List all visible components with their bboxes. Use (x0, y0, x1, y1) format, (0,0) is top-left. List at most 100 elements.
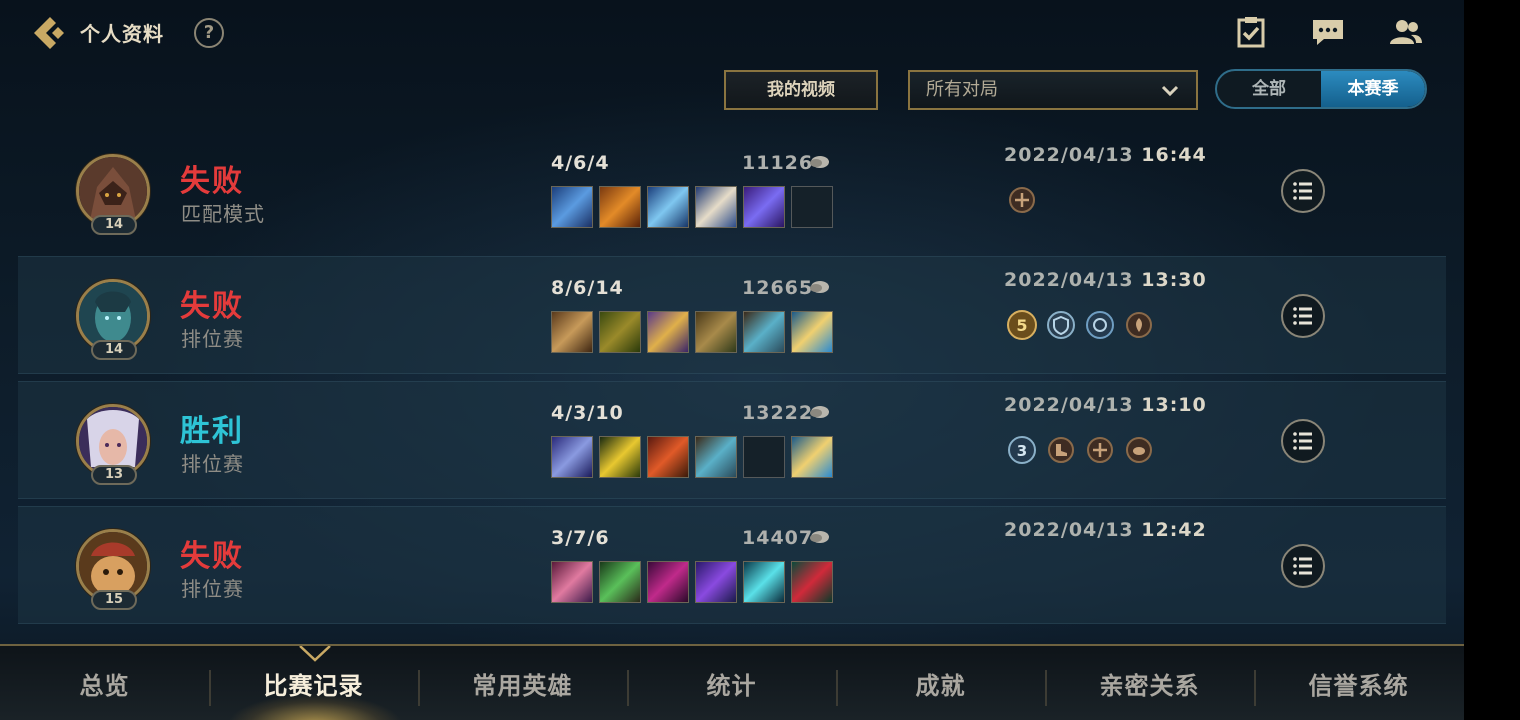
item-slot[interactable] (551, 311, 593, 353)
chat-icon[interactable] (1311, 16, 1345, 48)
item-slot[interactable] (695, 186, 737, 228)
match-row[interactable]: 15 失败 排位赛 3/7/6 14407 2022/04/13 12:42 (18, 506, 1446, 624)
match-result: 失败 (180, 289, 244, 324)
match-time: 13:30 (1141, 269, 1207, 291)
match-row[interactable]: 14 失败 排位赛 8/6/14 12665 2022/04/13 13:30 … (18, 256, 1446, 374)
help-icon[interactable]: ? (194, 18, 224, 48)
match-details-button[interactable] (1280, 168, 1326, 214)
trinket-slot[interactable] (791, 311, 833, 353)
item-slot[interactable] (551, 436, 593, 478)
tab-statistics[interactable]: 统计 (627, 646, 836, 720)
tab-honor-system[interactable]: 信誉系统 (1254, 646, 1463, 720)
match-datetime: 2022/04/13 12:42 (1004, 519, 1207, 541)
tab-match-history[interactable]: 比赛记录 (209, 646, 418, 720)
match-datetime: 2022/04/13 13:10 (1004, 394, 1207, 416)
tab-achievements[interactable]: 成就 (836, 646, 1045, 720)
match-time: 12:42 (1141, 519, 1207, 541)
gold-coin-icon (810, 406, 829, 418)
game-mode: 排位赛 (181, 577, 244, 601)
item-slot[interactable] (743, 436, 785, 478)
coin-medal-icon[interactable] (1123, 434, 1155, 466)
match-row[interactable]: 14 失败 匹配模式 4/6/4 11126 2022/04/13 16:44 (18, 132, 1446, 250)
back-arrow-icon[interactable] (30, 14, 70, 52)
tab-overview[interactable]: 总览 (0, 646, 209, 720)
trinket-slot[interactable] (791, 561, 833, 603)
item-slot[interactable] (791, 186, 833, 228)
flame-medal-icon[interactable] (1123, 309, 1155, 341)
bottom-tab-bar: 总览 比赛记录 常用英雄 统计 成就 亲密关系 信誉系统 (0, 644, 1464, 720)
item-slot[interactable] (599, 436, 641, 478)
boot-medal-icon[interactable] (1045, 434, 1077, 466)
item-slot[interactable] (599, 186, 641, 228)
my-videos-button[interactable]: 我的视频 (724, 70, 878, 110)
item-slot[interactable] (647, 436, 689, 478)
shield-medal-icon[interactable] (1045, 309, 1077, 341)
clipboard-check-icon[interactable] (1234, 16, 1268, 48)
kda: 3/7/6 (551, 527, 610, 549)
match-details-button[interactable] (1280, 293, 1326, 339)
screen-edge (1464, 0, 1520, 720)
champion-level: 15 (91, 590, 137, 610)
gold-amount: 12665 (742, 277, 814, 299)
kda: 4/6/4 (551, 152, 610, 174)
item-slot[interactable] (551, 186, 593, 228)
svg-text:3: 3 (1017, 442, 1027, 460)
match-date: 2022/04/13 (1004, 269, 1134, 291)
match-details-button[interactable] (1280, 543, 1326, 589)
item-slot[interactable] (647, 311, 689, 353)
match-date: 2022/04/13 (1004, 394, 1134, 416)
match-datetime: 2022/04/13 16:44 (1004, 144, 1207, 166)
item-slot[interactable] (695, 436, 737, 478)
match-row[interactable]: 13 胜利 排位赛 4/3/10 13222 2022/04/13 13:10 … (18, 381, 1446, 499)
gold-coin-icon (810, 531, 829, 543)
match-result: 失败 (180, 164, 244, 199)
champion-level: 13 (91, 465, 137, 485)
match-details-button[interactable] (1280, 418, 1326, 464)
item-slot[interactable] (551, 561, 593, 603)
shield-medal-icon[interactable] (1084, 309, 1116, 341)
chevron-down-icon (1161, 85, 1179, 97)
gold-coin-icon (810, 281, 829, 293)
item-slot[interactable] (695, 311, 737, 353)
match-date: 2022/04/13 (1004, 144, 1134, 166)
champion-level: 14 (91, 215, 137, 235)
scope-toggle[interactable]: 全部 本赛季 (1215, 69, 1427, 109)
cross-medal-icon[interactable] (1084, 434, 1116, 466)
item-slot[interactable] (743, 186, 785, 228)
gold-amount: 14407 (742, 527, 814, 549)
scope-season-option[interactable]: 本赛季 (1321, 71, 1425, 107)
match-result: 胜利 (180, 414, 244, 449)
match-date: 2022/04/13 (1004, 519, 1134, 541)
gold-amount: 13222 (742, 402, 814, 424)
item-slot[interactable] (599, 311, 641, 353)
item-slot[interactable] (743, 311, 785, 353)
item-slot[interactable] (647, 186, 689, 228)
kda: 4/3/10 (551, 402, 624, 424)
match-type-value: 所有对局 (926, 79, 998, 100)
item-slot[interactable] (743, 561, 785, 603)
penta-5-medal-icon[interactable]: 5 (1006, 309, 1038, 341)
friends-icon[interactable] (1389, 16, 1423, 48)
item-slot[interactable] (647, 561, 689, 603)
svg-text:5: 5 (1016, 316, 1027, 335)
match-type-select[interactable]: 所有对局 (908, 70, 1198, 110)
page-title: 个人资料 (80, 22, 164, 46)
trinket-slot[interactable] (791, 436, 833, 478)
match-time: 16:44 (1141, 144, 1207, 166)
scope-all-option[interactable]: 全部 (1217, 71, 1321, 107)
match-datetime: 2022/04/13 13:30 (1004, 269, 1207, 291)
game-mode: 排位赛 (181, 327, 244, 351)
item-slot[interactable] (695, 561, 737, 603)
champion-level: 14 (91, 340, 137, 360)
tab-relationships[interactable]: 亲密关系 (1045, 646, 1254, 720)
match-result: 失败 (180, 539, 244, 574)
gold-coin-icon (810, 156, 829, 168)
gold-amount: 11126 (742, 152, 814, 174)
kda: 8/6/14 (551, 277, 624, 299)
profile-screen: 个人资料 ? 我的视频 所有对局 全部 本赛季 14 失败 匹配模式 4/6/4… (0, 0, 1464, 720)
item-slot[interactable] (599, 561, 641, 603)
tab-champions[interactable]: 常用英雄 (418, 646, 627, 720)
cross-medal-icon[interactable] (1006, 184, 1038, 216)
match-time: 13:10 (1141, 394, 1207, 416)
triple-3-medal-icon[interactable]: 3 (1006, 434, 1038, 466)
